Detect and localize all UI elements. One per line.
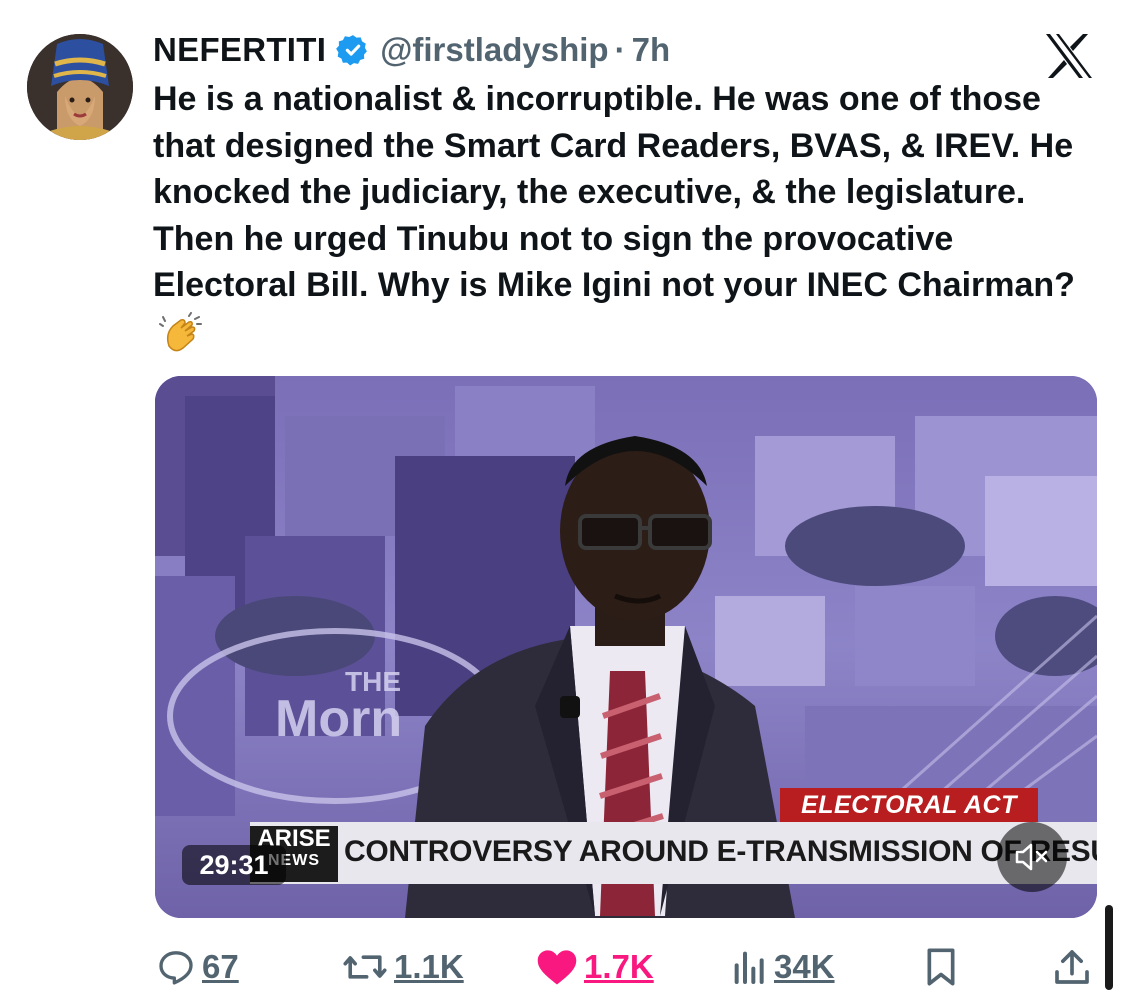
heart-filled-icon: [537, 950, 577, 985]
tweet-header: NEFERTITI @firstladyship · 7h: [153, 28, 670, 72]
tweet-body: He is a nationalist & incorruptible. He …: [153, 76, 1103, 356]
verified-badge-icon: [336, 33, 370, 67]
separator-dot: ·: [614, 31, 626, 68]
views-icon: [734, 951, 764, 984]
bookmark-button[interactable]: [924, 942, 964, 992]
bookmark-icon: [927, 948, 955, 986]
avatar-image: [27, 34, 133, 140]
video-duration: 29:31: [182, 845, 286, 885]
share-button[interactable]: [1052, 942, 1098, 992]
share-icon: [1055, 950, 1089, 984]
tweet-text: He is a nationalist & incorruptible. He …: [153, 80, 1075, 304]
svg-text:Morn: Morn: [275, 690, 402, 748]
views-button[interactable]: 34K: [732, 942, 835, 992]
video-headline: CONTROVERSY AROUND E-TRANSMISSION OF RES…: [344, 835, 1097, 868]
scrollbar[interactable]: [1105, 905, 1113, 990]
reply-button[interactable]: 67: [156, 942, 239, 992]
display-name[interactable]: NEFERTITI: [153, 31, 326, 69]
video-player[interactable]: THE Morn ELECTORAL ACT ARISE NEWS CONTRO…: [155, 376, 1097, 918]
repost-icon: [343, 955, 387, 979]
timestamp[interactable]: 7h: [632, 31, 671, 69]
mute-button[interactable]: [997, 822, 1067, 892]
tweet-actions: 67 1.1K 1.7K 34K: [0, 942, 1125, 992]
views-count: 34K: [774, 948, 835, 985]
handle[interactable]: @firstladyship: [380, 31, 608, 69]
like-button[interactable]: 1.7K: [536, 942, 654, 992]
reply-icon: [159, 951, 193, 985]
like-count: 1.7K: [584, 948, 654, 985]
reply-count: 67: [202, 948, 239, 985]
avatar[interactable]: [27, 34, 133, 140]
x-logo-icon: [1044, 33, 1094, 79]
speaker-muted-icon: [1015, 843, 1048, 871]
lower-third-tag: ELECTORAL ACT: [780, 788, 1038, 822]
repost-button[interactable]: 1.1K: [342, 942, 464, 992]
clapping-hands-icon: [159, 311, 203, 356]
repost-count: 1.1K: [394, 948, 464, 985]
